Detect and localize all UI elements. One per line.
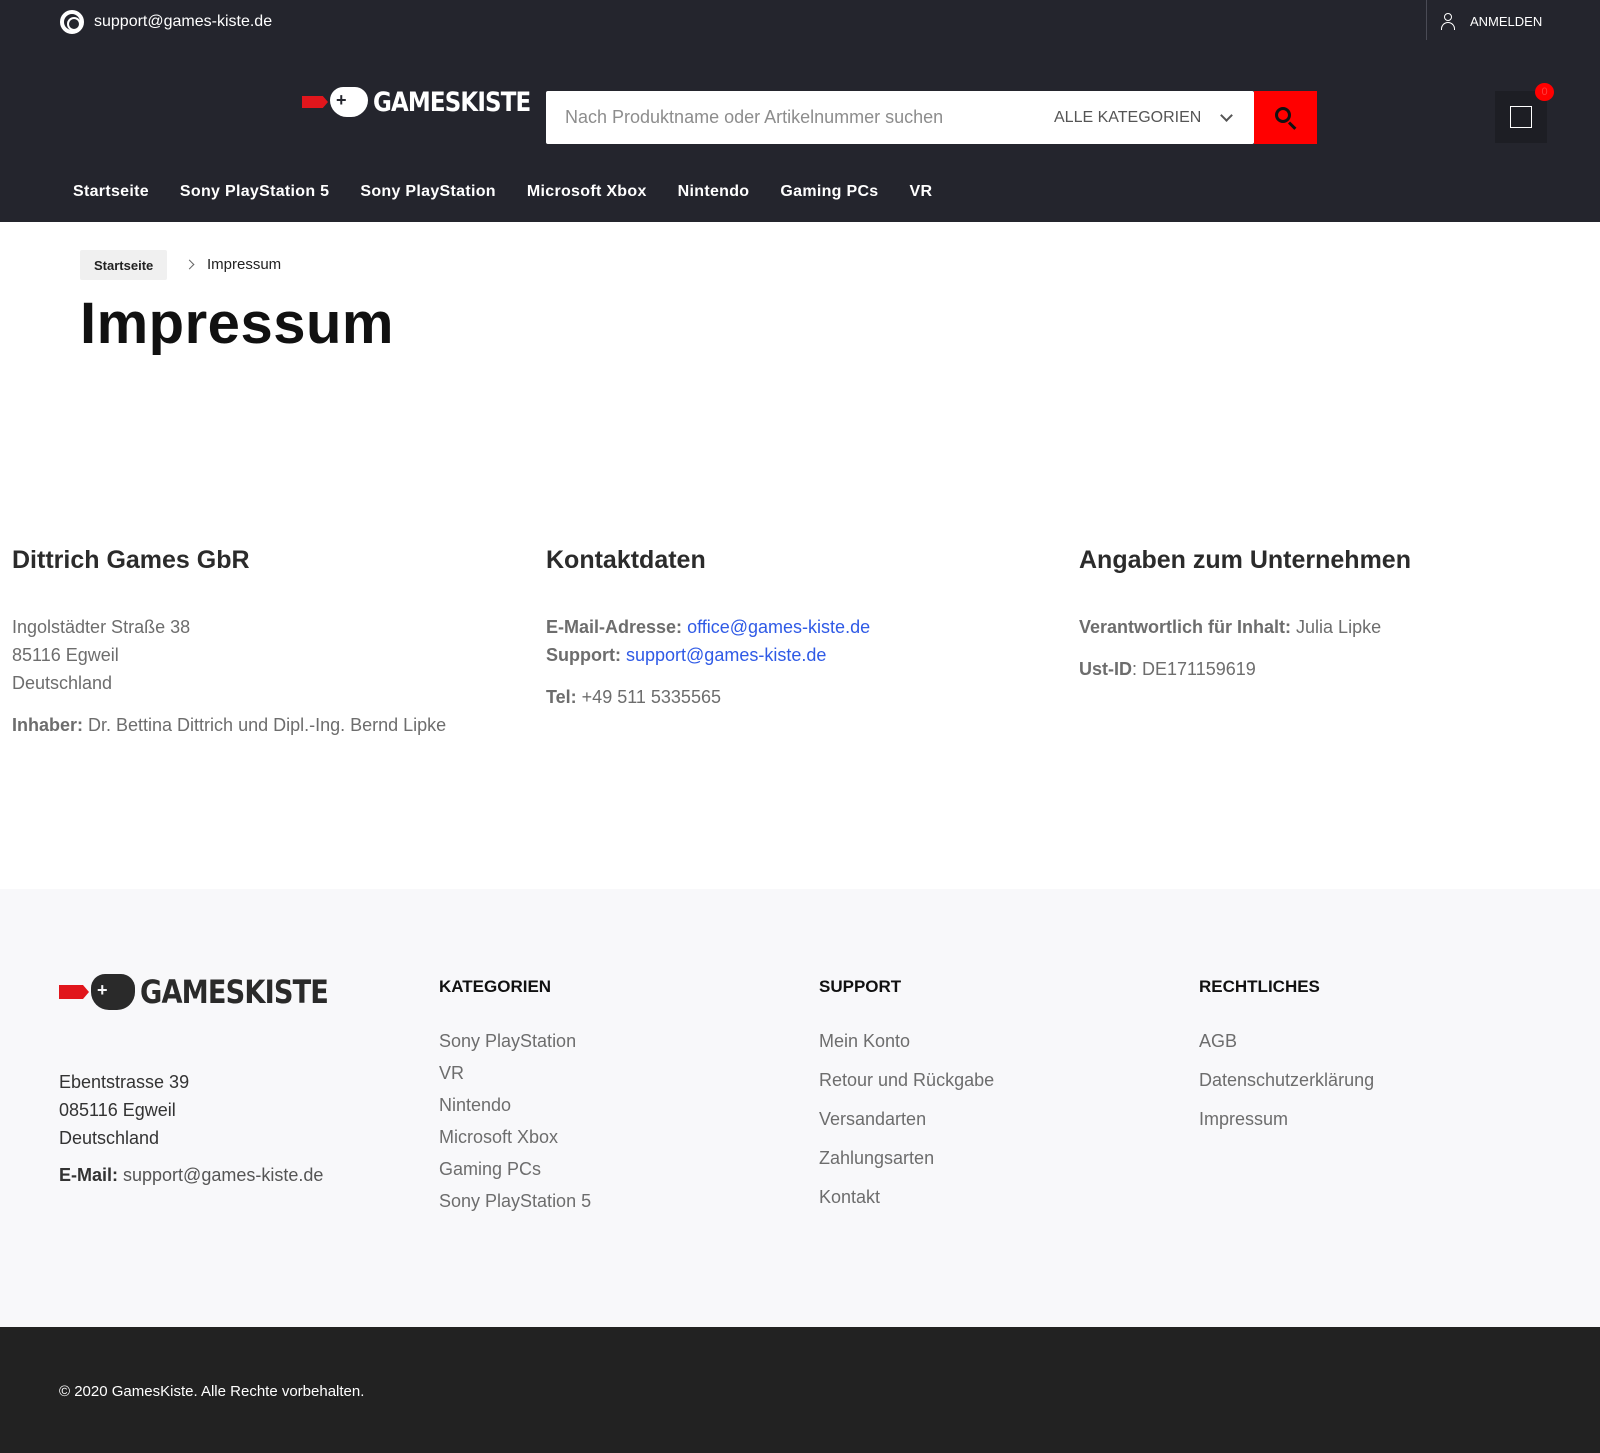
site-footer: GAMESKISTE Ebentstrasse 39 085116 Egweil… — [0, 889, 1600, 1327]
contact-heading: Kontaktdaten — [546, 546, 706, 574]
support-email-link[interactable]: support@games-kiste.de — [626, 645, 826, 665]
footer-link-kontakt[interactable]: Kontakt — [819, 1187, 994, 1208]
contact-emails: E-Mail-Adresse: office@games-kiste.de Su… — [546, 613, 1046, 669]
footer-support: SUPPORT Mein Konto Retour und Rückgabe V… — [819, 977, 994, 1226]
login-label[interactable]: ANMELDEN — [1470, 14, 1542, 29]
footer-email-label: E-Mail: — [59, 1165, 119, 1185]
top-divider — [1426, 0, 1427, 40]
login-link[interactable]: ANMELDEN — [1440, 10, 1542, 32]
tel-value: +49 511 5335565 — [576, 687, 721, 707]
nav-vr[interactable]: VR — [910, 183, 933, 201]
site-logo[interactable]: GAMESKISTE — [302, 82, 558, 122]
category-select[interactable]: ALLE KATEGORIEN — [1054, 91, 1201, 144]
cart-count-badge: 0 — [1535, 83, 1554, 101]
owner-label: Inhaber: — [12, 715, 84, 735]
footer-categories-heading: KATEGORIEN — [439, 977, 552, 996]
gamepad-icon — [330, 87, 368, 117]
cart-icon — [1510, 106, 1532, 128]
main-nav: Startseite Sony PlayStation 5 Sony PlayS… — [73, 180, 963, 204]
vat-id: Ust-ID: DE171159619 — [1079, 655, 1579, 683]
support-contact[interactable]: support@games-kiste.de — [60, 10, 272, 34]
support-email[interactable]: support@games-kiste.de — [94, 13, 272, 31]
footer-logo-text: GAMESKISTE — [140, 973, 329, 1011]
footer-link-xbox[interactable]: Microsoft Xbox — [439, 1127, 591, 1148]
tel-label: Tel: — [546, 687, 577, 707]
site-header: support@games-kiste.de ANMELDEN GAMESKIS… — [0, 0, 1600, 222]
company-city: 85116 Egweil — [12, 645, 119, 665]
user-icon — [1440, 12, 1456, 30]
breadcrumb-home[interactable]: Startseite — [80, 250, 168, 280]
category-select-label[interactable]: ALLE KATEGORIEN — [1054, 109, 1201, 127]
price-tag-icon — [59, 985, 89, 999]
company-country: Deutschland — [12, 673, 113, 693]
footer-bottom-bar: © 2020 GamesKiste. Alle Rechte vorbehalt… — [0, 1327, 1600, 1453]
footer-email: E-Mail: support@games-kiste.de — [59, 1165, 323, 1186]
copyright: © 2020 GamesKiste. Alle Rechte vorbehalt… — [59, 1383, 365, 1400]
responsible-value: Julia Lipke — [1291, 617, 1382, 637]
company-owner: Inhaber: Dr. Bettina Dittrich und Dipl.-… — [12, 711, 512, 739]
responsible-label: Verantwortlich für Inhalt: — [1079, 617, 1292, 637]
office-email-link[interactable]: office@games-kiste.de — [687, 617, 870, 637]
footer-link-vr[interactable]: VR — [439, 1063, 591, 1084]
nav-playstation[interactable]: Sony PlayStation — [360, 183, 496, 201]
email-label: E-Mail-Adresse: — [546, 617, 683, 637]
company-info-section: Angaben zum Unternehmen Verantwortlich f… — [1079, 546, 1579, 683]
footer-email-value[interactable]: support@games-kiste.de — [118, 1165, 323, 1185]
company-street: Ingolstädter Straße 38 — [12, 617, 191, 637]
nav-xbox[interactable]: Microsoft Xbox — [527, 183, 647, 201]
responsible-person: Verantwortlich für Inhalt: Julia Lipke — [1079, 613, 1579, 641]
footer-link-gaming-pcs[interactable]: Gaming PCs — [439, 1159, 591, 1180]
support-label: Support: — [546, 645, 621, 665]
logo-text: GAMESKISTE — [373, 86, 531, 118]
footer-city: 085116 Egweil — [59, 1100, 176, 1120]
footer-link-playstation-5[interactable]: Sony PlayStation 5 — [439, 1191, 591, 1212]
footer-link-playstation[interactable]: Sony PlayStation — [439, 1031, 591, 1052]
chevron-down-icon[interactable] — [1220, 109, 1233, 122]
vat-label: Ust-ID — [1079, 659, 1132, 679]
footer-link-nintendo[interactable]: Nintendo — [439, 1095, 591, 1116]
search-bar: ALLE KATEGORIEN — [546, 91, 1254, 144]
nav-gaming-pcs[interactable]: Gaming PCs — [780, 183, 878, 201]
price-tag-icon — [302, 96, 328, 108]
owner-value: Dr. Bettina Dittrich und Dipl.-Ing. Bern… — [83, 715, 447, 735]
footer-support-heading: SUPPORT — [819, 977, 902, 996]
nav-startseite[interactable]: Startseite — [73, 183, 149, 201]
gamepad-icon — [91, 974, 135, 1010]
company-heading: Dittrich Games GbR — [12, 546, 250, 574]
nav-playstation-5[interactable]: Sony PlayStation 5 — [180, 183, 329, 201]
footer-legal-heading: RECHTLICHES — [1199, 977, 1320, 996]
company-section: Dittrich Games GbR Ingolstädter Straße 3… — [12, 546, 512, 739]
footer-link-mein-konto[interactable]: Mein Konto — [819, 1031, 994, 1052]
search-icon — [1274, 106, 1291, 123]
chevron-right-icon — [184, 259, 195, 270]
footer-link-retour[interactable]: Retour und Rückgabe — [819, 1070, 994, 1091]
contact-phone: Tel: +49 511 5335565 — [546, 683, 1046, 711]
footer-address: Ebentstrasse 39 085116 Egweil Deutschlan… — [59, 1068, 189, 1152]
page-title: Impressum — [80, 291, 394, 356]
footer-link-zahlungsarten[interactable]: Zahlungsarten — [819, 1148, 994, 1169]
footer-link-impressum[interactable]: Impressum — [1199, 1109, 1374, 1130]
footer-categories: KATEGORIEN Sony PlayStation VR Nintendo … — [439, 977, 591, 1223]
contact-section: Kontaktdaten E-Mail-Adresse: office@game… — [546, 546, 1046, 711]
footer-street: Ebentstrasse 39 — [59, 1072, 190, 1092]
lifebuoy-icon — [60, 10, 84, 34]
footer-country: Deutschland — [59, 1128, 160, 1148]
footer-link-versandarten[interactable]: Versandarten — [819, 1109, 994, 1130]
breadcrumb-current: Impressum — [207, 256, 282, 273]
footer-link-datenschutz[interactable]: Datenschutzerklärung — [1199, 1070, 1374, 1091]
footer-legal: RECHTLICHES AGB Datenschutzerklärung Imp… — [1199, 977, 1374, 1148]
vat-value: : DE171159619 — [1132, 659, 1256, 679]
search-button[interactable] — [1254, 91, 1317, 144]
company-address: Ingolstädter Straße 38 85116 Egweil Deut… — [12, 613, 512, 697]
footer-link-agb[interactable]: AGB — [1199, 1031, 1374, 1052]
company-info-heading: Angaben zum Unternehmen — [1079, 546, 1411, 574]
nav-nintendo[interactable]: Nintendo — [678, 183, 750, 201]
search-input[interactable] — [546, 91, 1036, 144]
footer-logo[interactable]: GAMESKISTE — [59, 969, 361, 1015]
